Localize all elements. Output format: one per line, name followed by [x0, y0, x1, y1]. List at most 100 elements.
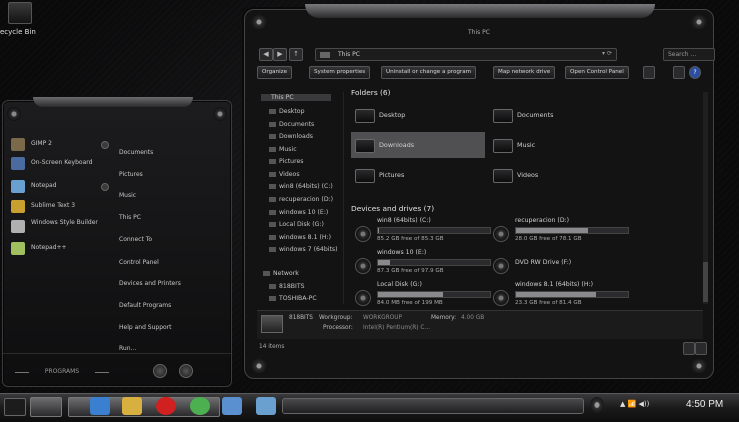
nav-label: Videos [279, 171, 300, 178]
internet-explorer-icon[interactable] [90, 397, 110, 415]
nav-this-pc[interactable]: This PC [261, 94, 331, 101]
nav-drive-e[interactable]: windows 10 (E:) [269, 209, 343, 216]
forward-button[interactable]: ▶ [273, 48, 287, 61]
computer-icon [261, 315, 283, 333]
program-item-gimp[interactable]: GIMP 2 [9, 137, 111, 153]
desktop-icon [355, 109, 375, 123]
nav-drive-g[interactable]: Local Disk (G:) [269, 221, 343, 228]
recycle-bin-icon [8, 2, 32, 24]
system-tray[interactable]: ▲ 📶 ◀)) [620, 400, 649, 408]
navigation-pane: This PC Desktop Documents Downloads Musi… [257, 92, 344, 304]
search-input[interactable]: Search ... [663, 48, 715, 61]
nav-label: Desktop [279, 108, 305, 115]
hard-drive-icon [355, 258, 371, 274]
nav-drive-windows7[interactable]: windows 7 (64bits) [269, 246, 343, 253]
nav-desktop[interactable]: Desktop [269, 108, 343, 115]
system-properties-button[interactable]: System properties [309, 66, 371, 79]
clock[interactable]: 4:50 PM [686, 399, 723, 410]
place-pictures[interactable]: Pictures [119, 171, 143, 178]
drive-h[interactable]: windows 8.1 (64bits) (H:) 23.3 GB free o… [489, 280, 639, 312]
nav-documents[interactable]: Documents [269, 121, 343, 128]
drive-icon [269, 183, 276, 189]
scrollbar-thumb[interactable] [703, 262, 708, 302]
folder-music[interactable]: Music [489, 132, 623, 158]
place-default-programs[interactable]: Default Programs [119, 302, 171, 309]
drive-e[interactable]: windows 10 (E:) 87.3 GB free of 97.9 GB [351, 248, 501, 280]
program-item-on-screen-keyboard[interactable]: On-Screen Keyboard [9, 156, 111, 172]
place-connect-to[interactable]: Connect To [119, 236, 152, 243]
computer-icon[interactable] [222, 397, 242, 415]
shutdown-button[interactable] [153, 364, 167, 378]
nav-pictures[interactable]: Pictures [269, 158, 343, 165]
folder-desktop[interactable]: Desktop [351, 102, 485, 128]
large-icons-view-icon[interactable] [695, 342, 707, 355]
chevron-down-icon[interactable]: ▾ ⟳ [602, 50, 612, 57]
nav-downloads[interactable]: Downloads [269, 133, 343, 140]
nav-network-818bits[interactable]: 818BITS [269, 283, 343, 290]
drive-g[interactable]: Local Disk (G:) 84.0 MB free of 199 MB [351, 280, 501, 312]
shutdown-options-button[interactable] [179, 364, 193, 378]
view-options-icon[interactable] [643, 66, 655, 79]
folders-header[interactable]: Folders (6) [351, 88, 391, 97]
drive-c[interactable]: win8 (64bits) (C:) 85.2 GB free of 85.3 … [351, 216, 501, 248]
nav-network-toshiba[interactable]: TOSHIBA-PC [269, 295, 343, 302]
submenu-arrow-icon[interactable] [101, 183, 109, 191]
file-explorer-icon[interactable] [122, 397, 142, 415]
recycle-bin[interactable]: ecycle Bin [0, 0, 48, 40]
taskbar-task-area[interactable] [282, 398, 584, 414]
folder-pictures[interactable]: Pictures [351, 162, 485, 188]
address-bar[interactable]: This PC ▾ ⟳ [315, 48, 617, 61]
program-label: Notepad [31, 182, 57, 189]
folder-downloads[interactable]: Downloads [351, 132, 485, 158]
place-run[interactable]: Run... [119, 345, 136, 352]
submenu-arrow-icon[interactable] [101, 141, 109, 149]
nav-music[interactable]: Music [269, 146, 343, 153]
folder-videos[interactable]: Videos [489, 162, 623, 188]
details-view-icon[interactable] [683, 342, 695, 355]
opera-icon[interactable] [156, 397, 176, 415]
drive-d[interactable]: recuperacion (D:) 28.0 GB free of 78.1 G… [489, 216, 639, 248]
drive-usage-fill [378, 228, 380, 233]
place-this-pc[interactable]: This PC [119, 214, 141, 221]
chrome-icon[interactable] [190, 397, 210, 415]
place-music[interactable]: Music [119, 192, 136, 199]
place-control-panel[interactable]: Control Panel [119, 259, 159, 266]
drive-usage-bar [377, 227, 491, 234]
details-pane: 818BITS Workgroup: WORKGROUP Memory: 4.0… [257, 310, 703, 339]
all-programs-button[interactable]: PROGRAMS [15, 368, 109, 377]
up-button[interactable]: ↑ [289, 48, 303, 61]
folder-label: Documents [517, 111, 554, 119]
devices-header[interactable]: Devices and drives (7) [351, 204, 434, 213]
vertical-scrollbar[interactable] [703, 92, 708, 304]
preview-pane-icon[interactable] [673, 66, 685, 79]
program-item-windows-style-builder[interactable]: Windows Style Builder [9, 219, 111, 235]
program-item-notepadpp[interactable]: Notepad++ [9, 241, 111, 257]
nav-drive-d[interactable]: recuperacion (D:) [269, 196, 343, 203]
notepad-icon[interactable] [256, 397, 276, 415]
drive-name: Local Disk (G:) [377, 281, 422, 288]
organize-button[interactable]: Organize [257, 66, 293, 79]
place-documents[interactable]: Documents [119, 149, 153, 156]
drive-name: win8 (64bits) (C:) [377, 217, 431, 224]
back-button[interactable]: ◀ [259, 48, 273, 61]
nav-drive-c[interactable]: win8 (64bits) (C:) [269, 183, 343, 190]
start-button[interactable] [4, 398, 26, 416]
recycle-bin-label: ecycle Bin [0, 28, 36, 36]
folder-label: Videos [517, 171, 539, 179]
open-control-panel-button[interactable]: Open Control Panel [565, 66, 629, 79]
drive-usage-fill [378, 260, 391, 265]
nav-videos[interactable]: Videos [269, 171, 343, 178]
folder-documents[interactable]: Documents [489, 102, 623, 128]
place-help-and-support[interactable]: Help and Support [119, 324, 172, 331]
place-devices-and-printers[interactable]: Devices and Printers [119, 280, 181, 287]
help-icon[interactable]: ? [689, 66, 701, 79]
nav-drive-h[interactable]: windows 8.1 (H:) [269, 234, 343, 241]
nav-network[interactable]: Network [263, 270, 337, 277]
map-network-drive-button[interactable]: Map network drive [493, 66, 556, 79]
drive-f-dvd[interactable]: DVD RW Drive (F:) [489, 248, 639, 280]
nav-label: Network [273, 270, 299, 277]
program-item-notepad[interactable]: Notepad [9, 179, 111, 195]
program-item-sublime-text[interactable]: Sublime Text 3 [9, 199, 111, 215]
uninstall-program-button[interactable]: Uninstall or change a program [381, 66, 477, 79]
documents-icon [269, 121, 276, 127]
